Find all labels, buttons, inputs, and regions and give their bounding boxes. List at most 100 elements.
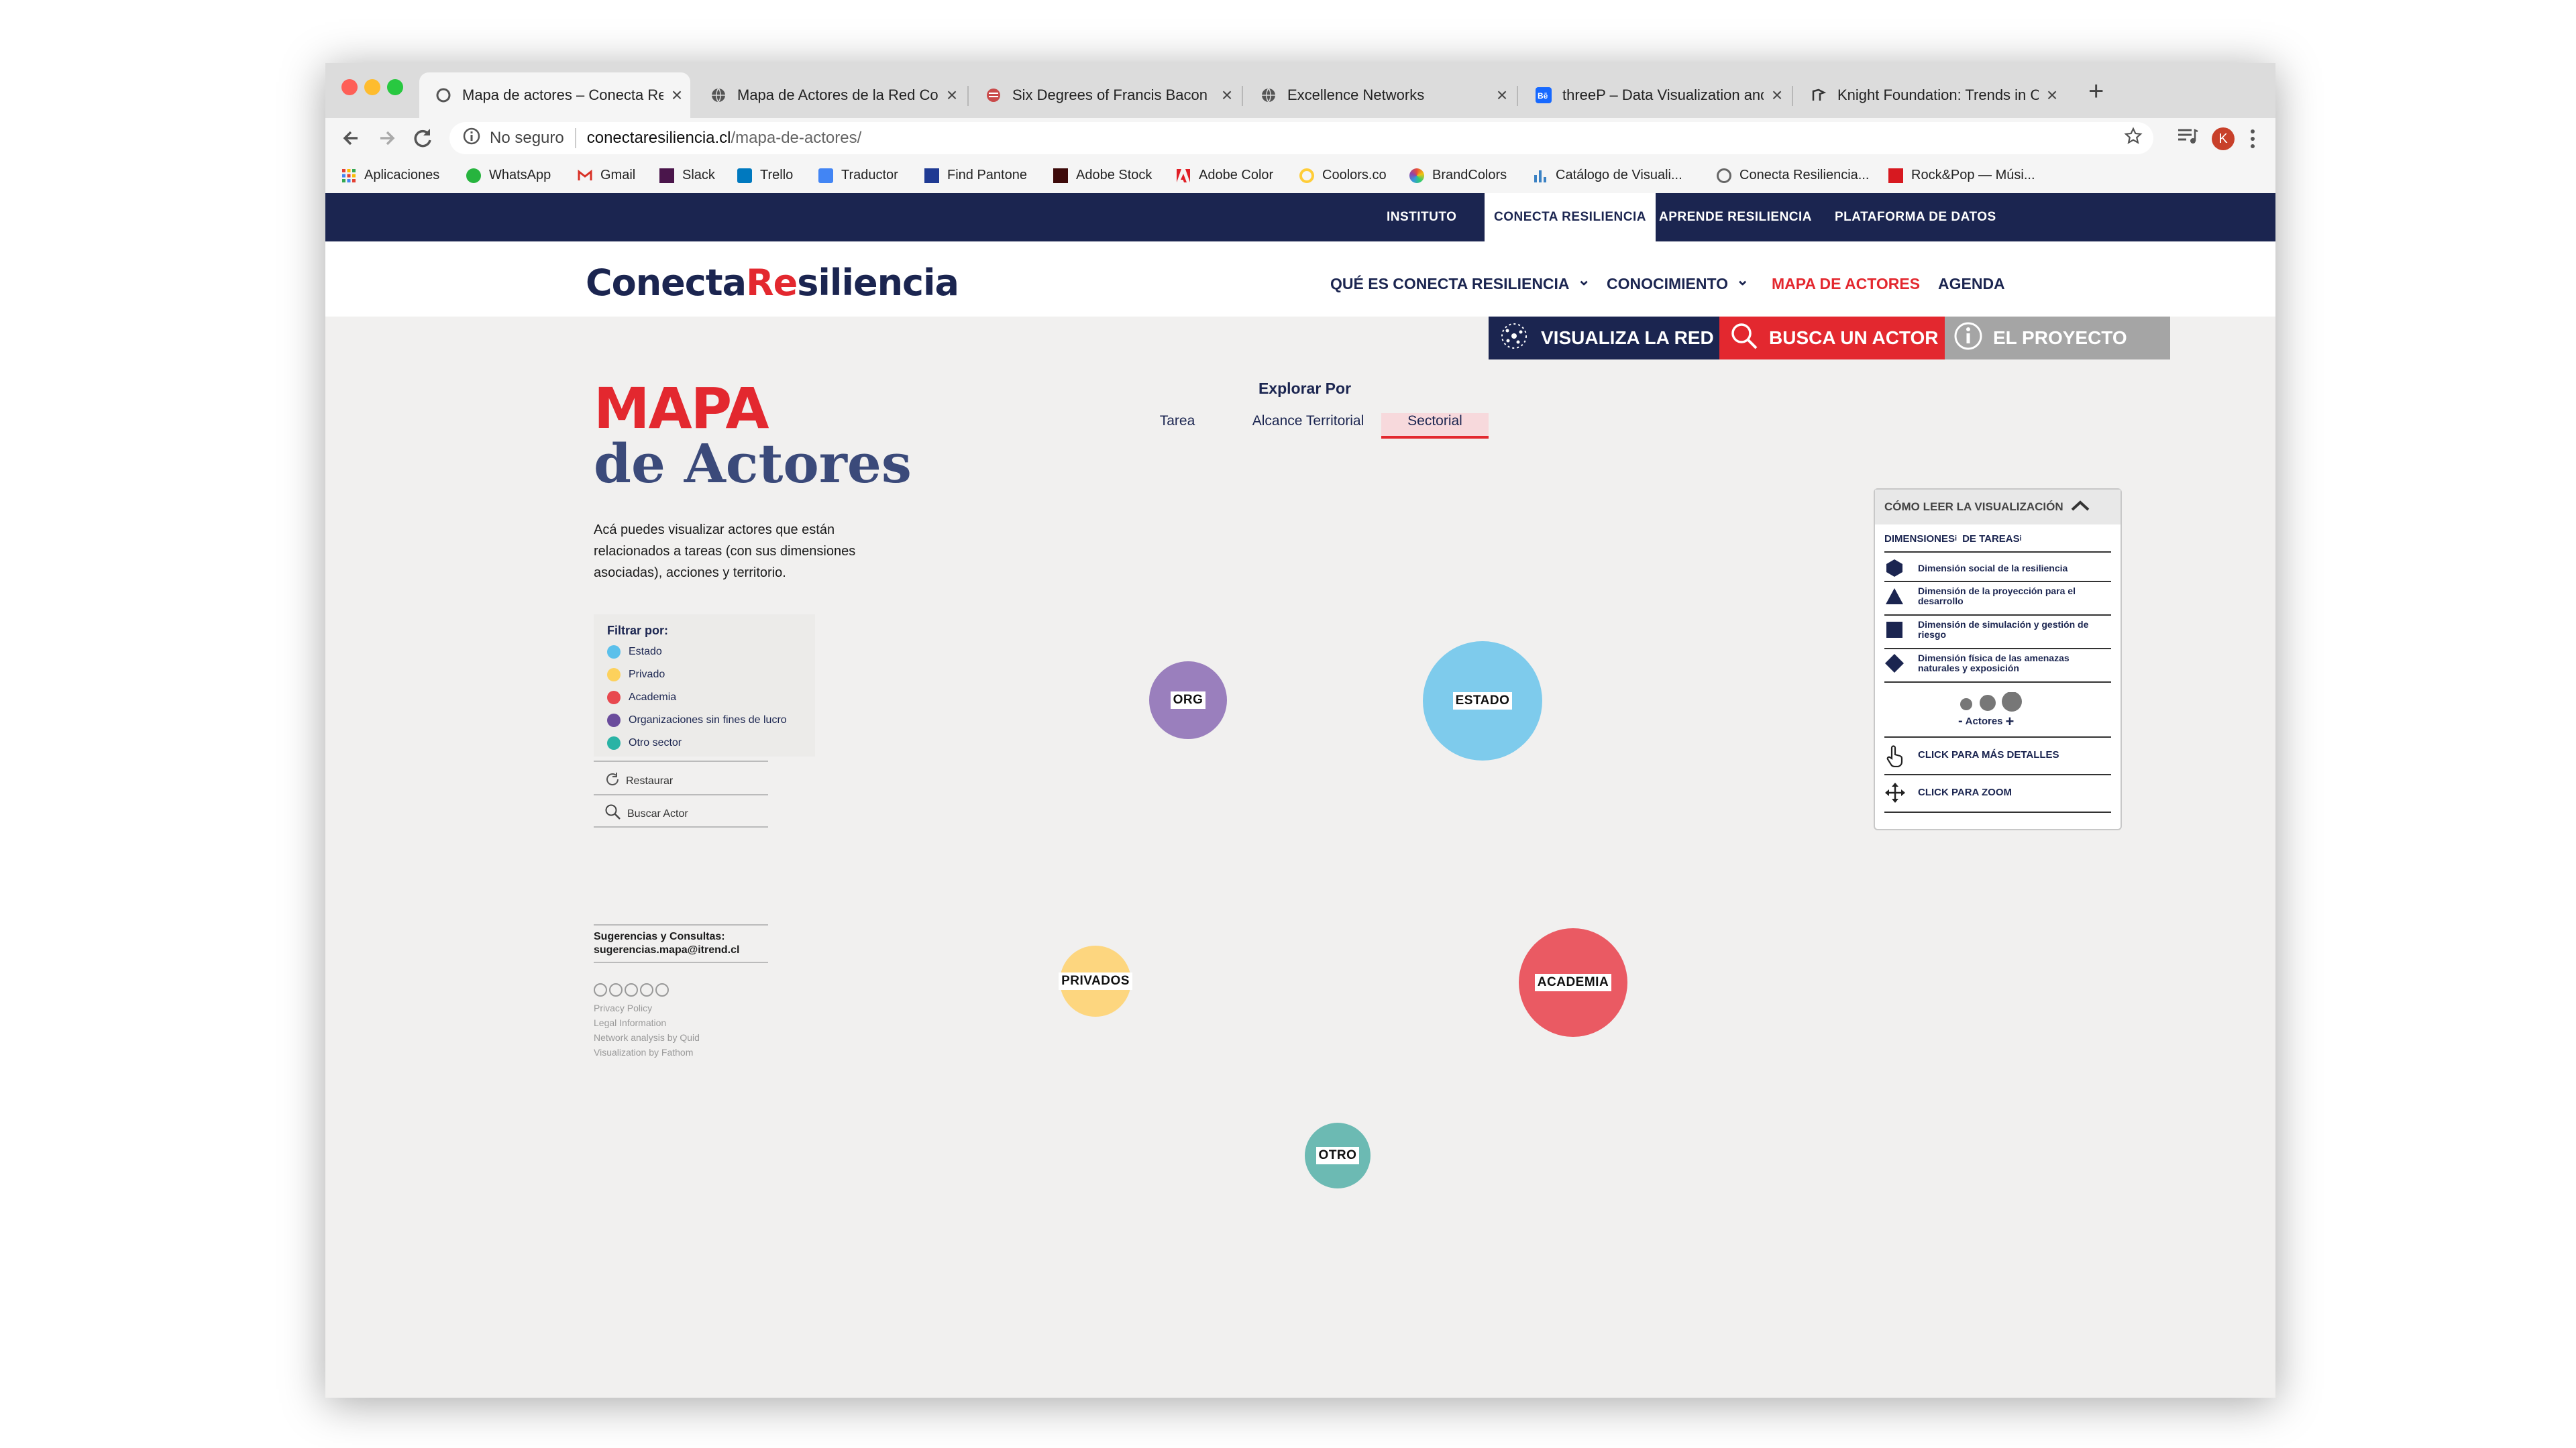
explore-option-tarea[interactable]: Tarea (1137, 413, 1218, 436)
zoom-window-button[interactable] (387, 79, 403, 95)
close-window-button[interactable] (341, 79, 358, 95)
tab-close-icon[interactable]: × (663, 85, 690, 106)
bookmark-brandcolors[interactable]: BrandColors (1409, 168, 1507, 183)
busca-un-actor-button[interactable]: BUSCA UN ACTOR (1719, 317, 1945, 359)
visualization-credit[interactable]: Visualization by Fathom (594, 1045, 693, 1060)
search-icon (604, 803, 622, 824)
gmail-icon (578, 168, 592, 183)
bookmark-rockpop[interactable]: Rock&Pop — Músi... (1888, 168, 2035, 183)
cc-icon (594, 983, 607, 997)
bubble-privados[interactable]: PRIVADOS (1059, 946, 1132, 1017)
how-to-read-header[interactable]: CÓMO LEER LA VISUALIZACIÓN (1875, 490, 2121, 524)
logo-text-re: Re (746, 262, 798, 304)
restaurar-button[interactable]: Restaurar (604, 771, 673, 791)
spinner-icon (1717, 168, 1731, 183)
forward-button[interactable] (376, 125, 398, 158)
topbar-plataforma-de-datos[interactable]: PLATAFORMA DE DATOS (1835, 193, 1996, 241)
media-queue-icon[interactable] (2177, 126, 2198, 152)
legend-row-social: Dimensión social de la resiliencia (1884, 558, 2106, 578)
tab-close-icon[interactable]: × (1764, 85, 1790, 106)
chevron-up-icon[interactable] (2070, 499, 2090, 516)
tab-title: threeP – Data Visualization and (1562, 87, 1764, 103)
filter-otro-sector[interactable]: Otro sector (607, 736, 682, 750)
action-label: VISUALIZA LA RED (1541, 327, 1714, 348)
profile-avatar[interactable]: K (2212, 127, 2235, 150)
info-circle-icon (1953, 321, 1984, 356)
filter-estado[interactable]: Estado (607, 645, 662, 659)
bookmark-label: Rock&Pop — Músi... (1911, 168, 2035, 182)
hand-pointer-icon (1884, 744, 1904, 768)
filter-organizaciones[interactable]: Organizaciones sin fines de lucro (607, 714, 787, 727)
privacy-policy-link[interactable]: Privacy Policy (594, 1001, 652, 1015)
legend-row-proyeccion: Dimensión de la proyección para el desar… (1884, 586, 2106, 606)
reload-button[interactable] (411, 125, 434, 158)
browser-toolbar: No seguro conectaresiliencia.cl /mapa-de… (325, 118, 2275, 160)
info-icon[interactable]: i (1955, 534, 1957, 544)
trello-icon (737, 168, 752, 183)
tab-close-icon[interactable]: × (1489, 85, 1515, 106)
network-analysis-credit[interactable]: Network analysis by Quid (594, 1030, 700, 1045)
bookmark-aplicaciones[interactable]: Aplicaciones (341, 168, 439, 183)
tab-close-icon[interactable]: × (1214, 85, 1240, 106)
divider (1884, 648, 2111, 649)
bookmark-adobe-stock[interactable]: Adobe Stock (1053, 168, 1152, 183)
bubble-org[interactable]: ORG (1149, 661, 1227, 739)
buscar-actor-button[interactable]: Buscar Actor (604, 803, 688, 824)
tab-close-icon[interactable]: × (2039, 85, 2065, 106)
topbar-aprende-resiliencia[interactable]: APRENDE RESILIENCIA (1659, 193, 1812, 241)
explore-option-sectorial[interactable]: Sectorial (1381, 413, 1489, 439)
tab-excellence-networks[interactable]: Excellence Networks × (1244, 72, 1515, 118)
info-icon[interactable]: i (2020, 534, 2022, 544)
page-description: Acá puedes visualizar actores que están … (594, 522, 856, 580)
bubble-academia[interactable]: ACADEMIA (1519, 928, 1627, 1037)
nav-que-es[interactable]: QUÉ ES CONECTA RESILIENCIA ⌄ (1330, 271, 1591, 293)
menu-kebab-icon[interactable] (2249, 127, 2256, 156)
bookmark-gmail[interactable]: Gmail (578, 168, 635, 183)
bookmark-conecta[interactable]: Conecta Resiliencia... (1717, 168, 1869, 183)
tab-threep[interactable]: Bē threeP – Data Visualization and × (1519, 72, 1790, 118)
tab-mapa-de-actores[interactable]: Mapa de actores – Conecta Resi × (419, 72, 690, 118)
spinner-icon (435, 87, 451, 103)
bubble-label: ESTADO (1452, 692, 1513, 710)
contact-email[interactable]: sugerencias.mapa@itrend.cl (594, 944, 739, 956)
bubble-otro[interactable]: OTRO (1305, 1123, 1371, 1188)
explore-option-alcance-territorial[interactable]: Alcance Territorial (1231, 413, 1385, 436)
info-icon[interactable] (463, 127, 480, 150)
nav-conocimiento[interactable]: CONOCIMIENTO ⌄ (1607, 271, 1749, 293)
filter-privado[interactable]: Privado (607, 668, 665, 681)
back-button[interactable] (340, 125, 362, 158)
tab-mapa-red[interactable]: Mapa de Actores de la Red Con × (694, 72, 965, 118)
bookmark-trello[interactable]: Trello (737, 168, 793, 183)
site-logo[interactable]: ConectaResiliencia (586, 262, 959, 304)
legal-information-link[interactable]: Legal Information (594, 1015, 666, 1030)
bookmark-label: Adobe Color (1199, 168, 1274, 182)
address-bar[interactable]: No seguro conectaresiliencia.cl /mapa-de… (449, 122, 2153, 154)
bookmark-find-pantone[interactable]: Find Pantone (924, 168, 1027, 183)
chevron-down-icon: ⌄ (1736, 271, 1750, 288)
tab-six-degrees[interactable]: Six Degrees of Francis Bacon × (969, 72, 1240, 118)
topbar-instituto[interactable]: INSTITUTO (1387, 193, 1456, 241)
tab-close-icon[interactable]: × (938, 85, 965, 106)
divider (1884, 736, 2111, 738)
bookmark-whatsapp[interactable]: WhatsApp (466, 168, 551, 183)
filter-academia[interactable]: Academia (607, 691, 676, 704)
el-proyecto-button[interactable]: EL PROYECTO (1945, 317, 2170, 359)
topbar-conecta-resiliencia[interactable]: CONECTA RESILIENCIA (1485, 193, 1656, 241)
bookmark-catalogo[interactable]: Catálogo de Visuali... (1533, 168, 1682, 183)
bookmark-adobe-color[interactable]: Adobe Color (1176, 168, 1273, 183)
new-tab-button[interactable]: + (2088, 76, 2104, 107)
tab-knight-foundation[interactable]: Knight Foundation: Trends in Civ × (1794, 72, 2065, 118)
bookmark-traductor[interactable]: Traductor (818, 168, 898, 183)
bubble-estado[interactable]: ESTADO (1423, 641, 1542, 761)
svg-text:Bē: Bē (1538, 91, 1548, 101)
visualiza-la-red-button[interactable]: VISUALIZA LA RED (1489, 317, 1719, 359)
legend-label: Dimensión física de las amenazas natural… (1918, 653, 2070, 673)
bookmark-star-icon[interactable] (2124, 126, 2143, 150)
nav-agenda[interactable]: AGENDA (1938, 275, 2005, 293)
minimize-window-button[interactable] (364, 79, 380, 95)
filter-panel: Filtrar por: Estado Privado Academia Org… (594, 614, 815, 757)
bookmark-coolors[interactable]: Coolors.co (1299, 168, 1387, 183)
diamond-icon (1884, 653, 1904, 673)
bookmark-slack[interactable]: Slack (659, 168, 715, 183)
nav-mapa-de-actores[interactable]: MAPA DE ACTORES (1772, 275, 1920, 293)
